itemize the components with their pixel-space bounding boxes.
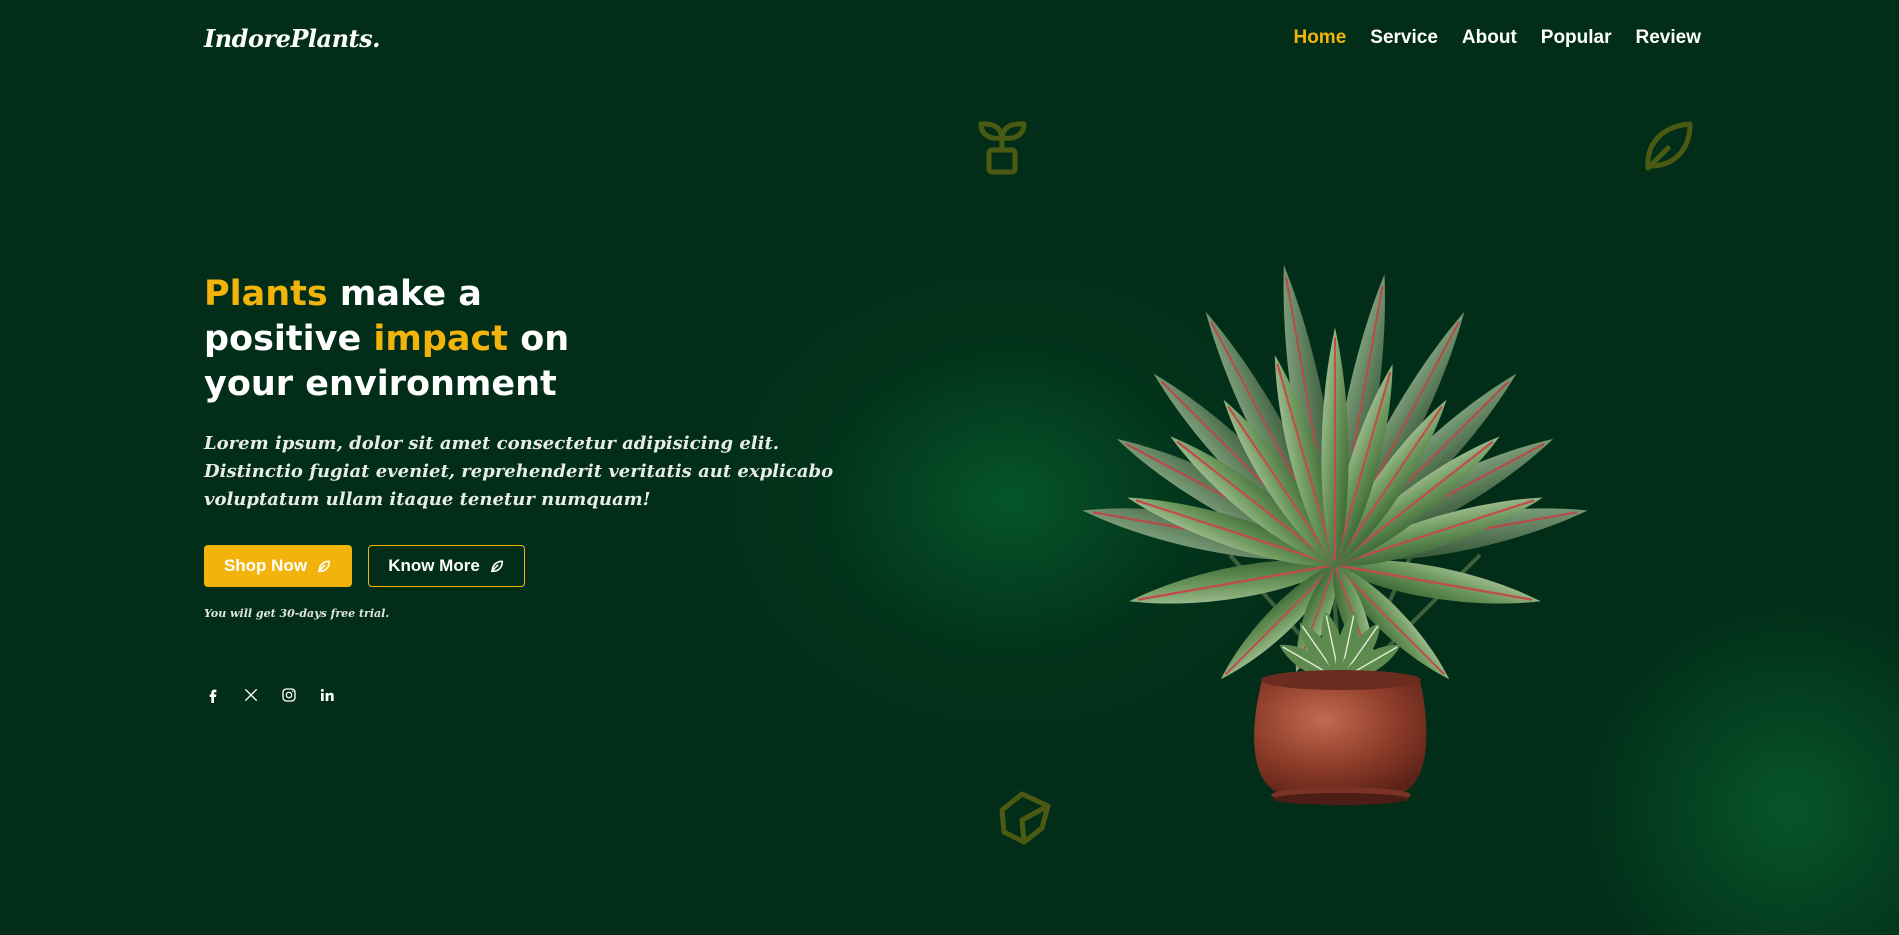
know-more-label: Know More (388, 556, 480, 575)
site-header: IndorePlants. Home Service About Popular… (204, 20, 1701, 56)
title-highlight-impact: impact (373, 319, 509, 359)
title-text: on (508, 319, 570, 359)
nav-about[interactable]: About (1462, 27, 1517, 49)
nav-home[interactable]: Home (1293, 27, 1346, 49)
nav-service[interactable]: Service (1370, 27, 1438, 49)
title-highlight-plants: Plants (204, 274, 328, 314)
nav-review[interactable]: Review (1636, 27, 1701, 49)
plant-illustration (1078, 260, 1592, 805)
instagram-icon[interactable] (280, 686, 298, 704)
title-text: your environment (204, 364, 557, 404)
leaf-icon (490, 560, 503, 573)
title-text: positive (204, 319, 374, 359)
facebook-icon[interactable] (204, 686, 222, 704)
title-text: make a (327, 274, 482, 314)
trial-note: You will get 30-days free trial. (204, 607, 390, 620)
logo[interactable]: IndorePlants. (204, 24, 381, 53)
leaf-icon (317, 560, 331, 573)
x-twitter-icon[interactable] (242, 686, 260, 704)
nav-popular[interactable]: Popular (1541, 27, 1612, 49)
linkedin-icon[interactable] (318, 686, 336, 704)
shop-now-label: Shop Now (223, 556, 308, 575)
hero-title: Plants make a positive impact on your en… (204, 272, 604, 407)
hero-description: Lorem ipsum, dolor sit amet consectetur … (204, 433, 834, 510)
shop-now-button[interactable]: Shop Now (204, 545, 352, 587)
know-more-button[interactable]: Know More (368, 545, 525, 587)
social-links (204, 686, 336, 704)
main-nav: Home Service About Popular Review (1293, 27, 1701, 49)
